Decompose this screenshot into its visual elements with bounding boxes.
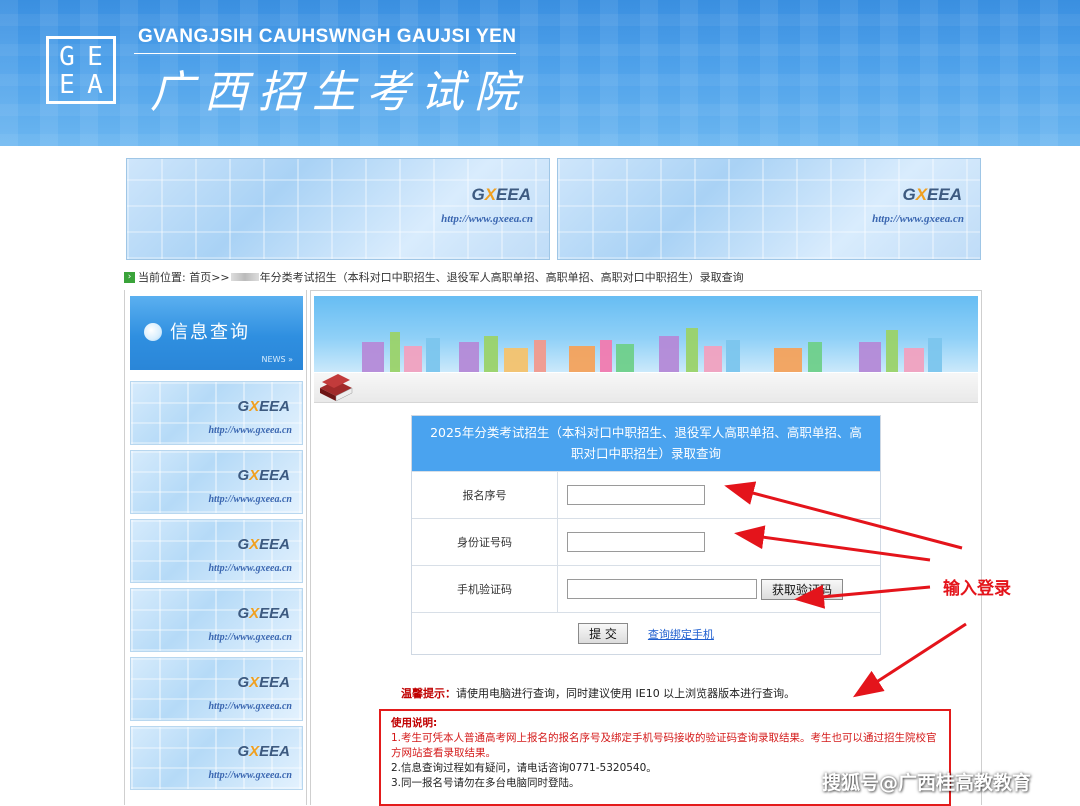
sms-code-input[interactable] (567, 579, 757, 599)
logo-letter: E (87, 42, 103, 72)
gxeea-brand-icon: GXEEA (237, 674, 290, 691)
query-form: 2025年分类考试招生（本科对口中职招生、退役军人高职单招、高职单招、高职对口中… (411, 415, 881, 655)
form-row-submit: 提 交 查询绑定手机 (412, 612, 880, 654)
breadcrumb-current: 年分类考试招生（本科对口中职招生、退役军人高职单招、高职单招、高职对口中职招生）… (259, 271, 744, 284)
sidebar-title: 信息查询 (170, 322, 250, 343)
banner-url: http://www.gxeea.cn (441, 213, 533, 225)
notes-title: 使用说明: (391, 717, 438, 729)
reg-number-label: 报名序号 (412, 472, 558, 518)
get-code-button[interactable]: 获取验证码 (761, 578, 844, 600)
site-title-en: GVANGJSIH CAUHSWNGH GAUJSI YEN (138, 26, 517, 47)
gxeea-brand-icon: GXEEA (237, 605, 290, 622)
gxeea-brand-icon: GXEEA (237, 398, 290, 415)
logo-letter: A (87, 70, 103, 100)
sidebar: 信息查询 NEWS » GXEEA http://www.gxeea.cn GXEE… (124, 290, 307, 805)
sidebar-card-url: http://www.gxeea.cn (208, 770, 292, 781)
sidebar-card[interactable]: GXEEA http://www.gxeea.cn (130, 726, 303, 790)
gxeea-brand-icon: GXEEA (471, 185, 531, 204)
form-row-id: 身份证号码 (412, 518, 880, 565)
tip-key: 温馨提示： (401, 687, 456, 700)
tip-line: 温馨提示：请使用电脑进行查询，同时建议使用 IE10 以上浏览器版本进行查询。 (401, 685, 795, 701)
sidebar-card[interactable]: GXEEA http://www.gxeea.cn (130, 657, 303, 721)
breadcrumb: › 当前位置: 首页>> 年分类考试招生（本科对口中职招生、退役军人高职单招、高… (124, 269, 744, 285)
gxeea-brand-icon: GXEEA (237, 536, 290, 553)
tip-text: 请使用电脑进行查询，同时建议使用 IE10 以上浏览器版本进行查询。 (456, 687, 796, 700)
form-title: 2025年分类考试招生（本科对口中职招生、退役军人高职单招、高职单招、高职对口中… (412, 416, 880, 471)
city-skyline-icon (362, 328, 942, 372)
logo-letter: E (59, 70, 75, 100)
sms-code-label: 手机验证码 (412, 566, 558, 612)
sidebar-card-url: http://www.gxeea.cn (208, 494, 292, 505)
redacted-year (230, 273, 259, 281)
sidebar-card[interactable]: GXEEA http://www.gxeea.cn (130, 588, 303, 652)
sidebar-card-url: http://www.gxeea.cn (208, 701, 292, 712)
section-bar (314, 373, 978, 403)
id-number-input[interactable] (567, 532, 705, 552)
form-row-reg: 报名序号 (412, 471, 880, 518)
form-row-sms: 手机验证码 获取验证码 (412, 565, 880, 612)
ad-banner-right[interactable]: GXEEA http://www.gxeea.cn (557, 158, 981, 260)
sidebar-more-link[interactable]: NEWS » (262, 355, 293, 364)
gxeea-brand-icon: GXEEA (902, 185, 962, 204)
watermark: 搜狐号@广西桂高教教育 (822, 772, 1032, 794)
main-panel: 2025年分类考试招生（本科对口中职招生、退役军人高职单招、高职单招、高职对口中… (310, 290, 982, 806)
bind-phone-link[interactable]: 查询绑定手机 (648, 626, 714, 642)
site-header: G E E A GVANGJSIH CAUHSWNGH GAUJSI YEN 广… (0, 0, 1080, 146)
book-icon (320, 374, 353, 402)
id-number-label: 身份证号码 (412, 519, 558, 565)
sidebar-header[interactable]: 信息查询 NEWS » (130, 296, 303, 370)
logo-letter: G (59, 42, 75, 72)
breadcrumb-home-link[interactable]: 首页>> (189, 269, 229, 285)
sidebar-card[interactable]: GXEEA http://www.gxeea.cn (130, 450, 303, 514)
annotation-label: 输入登录 (943, 579, 1011, 599)
ad-banner-left[interactable]: GXEEA http://www.gxeea.cn (126, 158, 550, 260)
sidebar-card[interactable]: GXEEA http://www.gxeea.cn (130, 381, 303, 445)
header-divider (134, 53, 516, 54)
sidebar-card-url: http://www.gxeea.cn (208, 425, 292, 436)
submit-button[interactable]: 提 交 (578, 623, 628, 644)
site-title-cn: 广西招生考试院 (150, 67, 528, 118)
reg-number-input[interactable] (567, 485, 705, 505)
arrow-right-icon: › (124, 271, 135, 283)
gxeea-brand-icon: GXEEA (237, 743, 290, 760)
sidebar-card[interactable]: GXEEA http://www.gxeea.cn (130, 519, 303, 583)
breadcrumb-label: 当前位置: (138, 271, 186, 284)
sidebar-card-url: http://www.gxeea.cn (208, 632, 292, 643)
banner-url: http://www.gxeea.cn (872, 213, 964, 225)
bullet-icon (144, 323, 162, 341)
gxeea-logo[interactable]: G E E A (46, 36, 116, 104)
sidebar-card-url: http://www.gxeea.cn (208, 563, 292, 574)
notes-item: 1.考生可凭本人普通高考网上报名的报名序号及绑定手机号码接收的验证码查询录取结果… (391, 732, 937, 759)
gxeea-brand-icon: GXEEA (237, 467, 290, 484)
city-banner (314, 296, 978, 372)
